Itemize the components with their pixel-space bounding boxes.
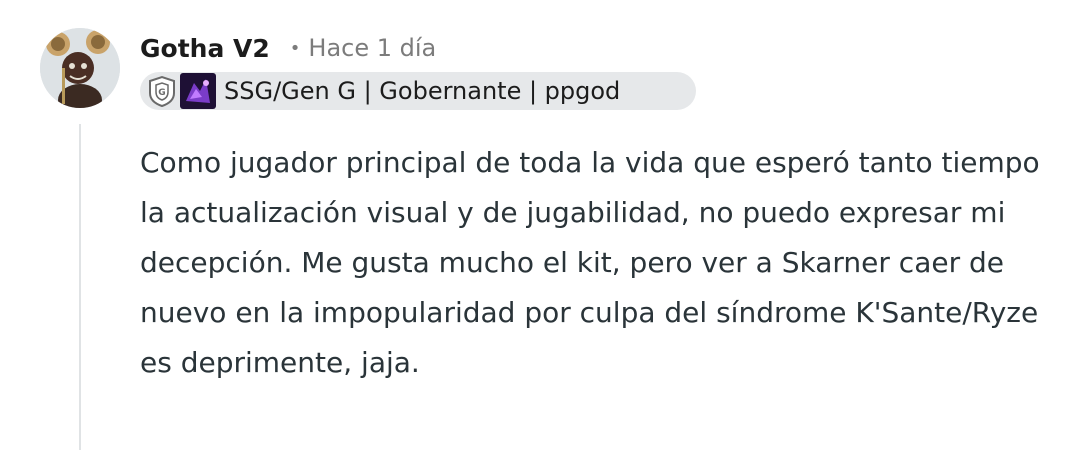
user-avatar[interactable] bbox=[40, 28, 120, 108]
thread-line[interactable] bbox=[79, 124, 81, 450]
comment: Gotha V2 • Hace 1 día G SSG/Gen G | Gobe… bbox=[0, 0, 1074, 450]
comment-body: Como jugador principal de toda la vida q… bbox=[140, 146, 1040, 379]
comment-header: Gotha V2 • Hace 1 día bbox=[140, 30, 436, 66]
flair-text: SSG/Gen G | Gobernante | ppgod bbox=[224, 77, 621, 105]
svg-text:G: G bbox=[158, 88, 165, 98]
timestamp[interactable]: Hace 1 día bbox=[308, 34, 436, 62]
user-flair: G SSG/Gen G | Gobernante | ppgod bbox=[140, 72, 696, 110]
gen-g-logo-icon: G bbox=[144, 73, 180, 109]
meta-separator: • bbox=[289, 37, 301, 59]
skarner-champion-icon bbox=[180, 73, 216, 109]
avatar-image bbox=[40, 28, 120, 108]
username[interactable]: Gotha V2 bbox=[140, 34, 270, 63]
